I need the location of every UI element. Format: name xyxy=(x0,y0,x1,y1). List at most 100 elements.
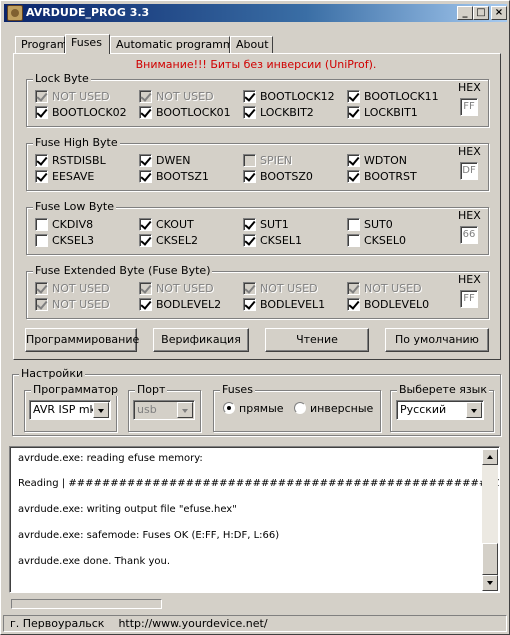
checkbox-box[interactable] xyxy=(243,170,256,183)
checkbox-box[interactable] xyxy=(347,234,360,247)
fuse-high-checkbox[interactable]: EESAVE xyxy=(35,170,94,186)
checkbox-box[interactable] xyxy=(139,218,152,231)
fuse-ext-checkbox[interactable]: NOT USED xyxy=(139,282,214,298)
fuse-high-checkbox[interactable]: RSTDISBL xyxy=(35,154,106,170)
checkbox-box[interactable] xyxy=(139,170,152,183)
checkbox-box[interactable] xyxy=(347,218,360,231)
fuse-low-checkbox[interactable]: CKSEL0 xyxy=(347,234,406,250)
checkbox-box[interactable] xyxy=(139,90,152,103)
fuse-ext-checkbox[interactable]: BODLEVEL0 xyxy=(347,298,429,314)
fuse-ext-checkbox[interactable]: BODLEVEL1 xyxy=(243,298,325,314)
fuse-low-checkbox[interactable]: CKSEL1 xyxy=(243,234,302,250)
log-scrollbar[interactable] xyxy=(482,449,498,591)
fuse-low-checkbox[interactable]: CKDIV8 xyxy=(35,218,93,234)
minimize-button[interactable]: _ xyxy=(457,6,473,20)
checkbox-box[interactable] xyxy=(35,170,48,183)
scroll-down-icon[interactable] xyxy=(482,575,498,591)
scroll-thumb[interactable] xyxy=(482,543,498,575)
checkbox-box[interactable] xyxy=(243,218,256,231)
fuse-high-checkbox[interactable]: BOOTSZ0 xyxy=(243,170,313,186)
lock-byte-checkbox[interactable]: LOCKBIT2 xyxy=(243,106,314,122)
lock-byte-hex-field[interactable]: FF xyxy=(460,98,478,116)
lock-byte-checkbox[interactable]: BOOTLOCK12 xyxy=(243,90,335,106)
fuse-high-checkbox[interactable]: DWEN xyxy=(139,154,191,170)
fuses-mode-title: Fuses xyxy=(220,383,255,396)
fuse-low-checkbox[interactable]: SUT0 xyxy=(347,218,393,234)
fuse-high-checkbox[interactable]: BOOTSZ1 xyxy=(139,170,209,186)
checkbox-box[interactable] xyxy=(347,154,360,167)
programmer-select[interactable]: AVR ISP mk xyxy=(29,400,111,420)
checkbox-box[interactable] xyxy=(347,298,360,311)
fuse-ext-hex-field[interactable]: FF xyxy=(460,290,478,308)
checkbox-label: SPIEN xyxy=(260,154,293,167)
fuse-low-checkbox[interactable]: CKSEL3 xyxy=(35,234,94,250)
verify-button[interactable]: Верификация xyxy=(153,328,249,352)
app-icon[interactable] xyxy=(7,5,23,21)
checkbox-box[interactable] xyxy=(243,282,256,295)
fuse-ext-checkbox[interactable]: NOT USED xyxy=(243,282,318,298)
lock-byte-checkbox[interactable]: NOT USED xyxy=(139,90,214,106)
port-select[interactable]: usb xyxy=(133,400,195,420)
checkbox-box[interactable] xyxy=(347,170,360,183)
checkbox-box[interactable] xyxy=(35,218,48,231)
checkbox-box[interactable] xyxy=(243,154,256,167)
checkbox-box[interactable] xyxy=(139,106,152,119)
fuse-low-hex-label: HEX xyxy=(458,209,481,222)
lock-byte-checkbox[interactable]: BOOTLOCK02 xyxy=(35,106,127,122)
lock-byte-checkbox[interactable]: LOCKBIT1 xyxy=(347,106,418,122)
checkbox-box[interactable] xyxy=(243,298,256,311)
checkbox-box[interactable] xyxy=(139,234,152,247)
fuse-ext-checkbox[interactable]: NOT USED xyxy=(35,282,110,298)
read-button[interactable]: Чтение xyxy=(265,328,369,352)
chevron-down-icon[interactable] xyxy=(177,402,193,418)
checkbox-box[interactable] xyxy=(347,106,360,119)
tab-automatic-programming[interactable]: Automatic programming xyxy=(110,36,251,54)
tab-program[interactable]: Program xyxy=(15,36,67,54)
scroll-up-icon[interactable] xyxy=(482,449,498,465)
fuse-high-checkbox[interactable]: BOOTRST xyxy=(347,170,417,186)
checkbox-box[interactable] xyxy=(35,298,48,311)
fuse-ext-checkbox[interactable]: BODLEVEL2 xyxy=(139,298,221,314)
radio-direct[interactable]: прямые xyxy=(223,402,284,415)
fuse-ext-checkbox[interactable]: NOT USED xyxy=(35,298,110,314)
default-button[interactable]: По умолчанию xyxy=(385,328,489,352)
checkbox-box[interactable] xyxy=(139,154,152,167)
close-button[interactable]: × xyxy=(491,6,507,20)
checkbox-box[interactable] xyxy=(35,90,48,103)
radio-dot[interactable] xyxy=(223,402,235,414)
fuse-high-checkbox[interactable]: SPIEN xyxy=(243,154,292,170)
checkbox-box[interactable] xyxy=(139,282,152,295)
chevron-down-icon[interactable] xyxy=(93,402,109,418)
checkbox-box[interactable] xyxy=(347,90,360,103)
fuse-low-checkbox[interactable]: SUT1 xyxy=(243,218,289,234)
maximize-button[interactable]: □ xyxy=(473,6,489,20)
checkbox-box[interactable] xyxy=(139,298,152,311)
lock-byte-checkbox[interactable]: BOOTLOCK11 xyxy=(347,90,439,106)
lock-byte-checkbox[interactable]: BOOTLOCK01 xyxy=(139,106,231,122)
lock-byte-checkbox[interactable]: NOT USED xyxy=(35,90,110,106)
checkbox-box[interactable] xyxy=(35,154,48,167)
programmer-title: Программатор xyxy=(31,383,120,396)
language-select[interactable]: Русский xyxy=(396,400,484,420)
tab-fuses[interactable]: Fuses xyxy=(65,34,110,54)
fuse-high-checkbox[interactable]: WDTON xyxy=(347,154,407,170)
checkbox-box[interactable] xyxy=(243,106,256,119)
radio-inverse[interactable]: инверсные xyxy=(294,402,373,415)
checkbox-box[interactable] xyxy=(243,90,256,103)
log-output[interactable]: avrdude.exe: reading efuse memory: Readi… xyxy=(9,446,500,593)
fuse-high-hex-field[interactable]: DF xyxy=(460,162,478,180)
checkbox-box[interactable] xyxy=(243,234,256,247)
fuse-ext-checkbox[interactable]: NOT USED xyxy=(347,282,422,298)
checkbox-box[interactable] xyxy=(35,282,48,295)
checkbox-box[interactable] xyxy=(35,106,48,119)
fuse-low-hex-field[interactable]: 66 xyxy=(460,226,478,244)
program-button[interactable]: Программирование xyxy=(25,328,139,352)
tab-about[interactable]: About xyxy=(230,36,273,54)
chevron-down-icon[interactable] xyxy=(466,402,482,418)
checkbox-box[interactable] xyxy=(35,234,48,247)
fuse-low-checkbox[interactable]: CKSEL2 xyxy=(139,234,198,250)
checkbox-box[interactable] xyxy=(347,282,360,295)
status-url[interactable]: http://www.yourdevice.net/ xyxy=(118,617,267,630)
fuse-low-checkbox[interactable]: CKOUT xyxy=(139,218,194,234)
radio-dot[interactable] xyxy=(294,402,306,414)
